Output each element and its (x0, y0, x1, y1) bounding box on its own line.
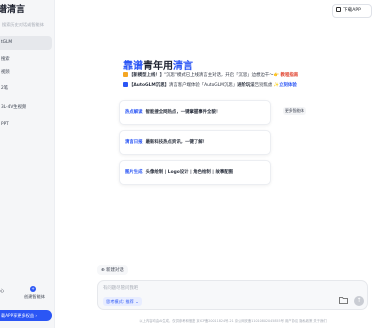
card-tag: 图片生成 (125, 170, 143, 175)
more-agents-button[interactable]: 更多智能体 (283, 107, 306, 115)
hero-title-part1: 靠谱 (123, 61, 143, 72)
card-tag: 清言日报 (125, 140, 143, 145)
notice-badge-icon (123, 82, 128, 87)
phone-icon (336, 7, 341, 12)
sidebar-item-ppt[interactable]: PPT (0, 118, 52, 132)
create-agent-button[interactable]: 创建智能体 (24, 294, 45, 300)
card-hot-topics[interactable]: 热点解读 智能搜全网热点，一键掌握事件全貌！ (119, 100, 271, 125)
try-now-link[interactable]: 立刻体验 (279, 83, 297, 88)
notice-text-bold: 进阶玩法 (237, 83, 255, 88)
notice-text: 清言客户端体验「AutoGLM沉思」 (168, 83, 238, 88)
notice-title: 【AutoGLM沉思】 (129, 83, 169, 88)
sidebar-item-video[interactable]: 视频 (0, 66, 52, 80)
hero-title: 靠谱青年用清言 (123, 57, 193, 72)
new-chat-button[interactable]: ⊕ 新建对话 (97, 265, 128, 275)
tutorial-link[interactable]: 👉 教程指南 (274, 73, 299, 78)
sidebar-download-app-button[interactable]: 载APP享更多权益 › (0, 310, 52, 321)
app-logo: 谱清言 (0, 5, 26, 15)
plus-icon: + (30, 286, 36, 292)
notice-badge-icon (123, 72, 128, 77)
send-button[interactable]: ↑ (354, 296, 364, 306)
hero-title-part3: 清言 (173, 61, 193, 72)
new-chat-label: 新建对话 (106, 268, 124, 273)
card-daily-news[interactable]: 清言日报 最新科技热点资讯，一键了解！ (119, 130, 271, 155)
sidebar-item-chatglm[interactable]: tGLM (0, 36, 52, 50)
download-app-label: 下载APP (343, 8, 361, 13)
notice-text: "沉思"模式已上线清言主对话，开启「沉思」边想边干～ (164, 73, 274, 78)
card-text: 头像绘制 | Logo设计 | 角色绘制 | 故事配图 (145, 170, 234, 175)
hero-title-part2: 青年用 (143, 61, 173, 72)
download-app-button[interactable]: 下载APP (332, 4, 372, 18)
chat-input[interactable] (103, 284, 303, 293)
sidebar-item-writing[interactable]: 2笔 (0, 82, 52, 96)
footer-disclaimer: 以上内容均由AI生成，仅供参考和借鉴 京ICP备20011824号-21 京公网… (139, 319, 327, 323)
card-text: 智能搜全网热点，一键掌握事件全貌！ (145, 110, 221, 115)
notice-title: 【新模型上线！】 (129, 73, 165, 78)
notice-autoglm: 【AutoGLM沉思】清言客户端体验「AutoGLM沉思」进阶玩法告别焦虑 ✨立… (123, 82, 297, 88)
card-image-gen[interactable]: 图片生成 头像绘制 | Logo设计 | 角色绘制 | 故事配图 (119, 160, 271, 185)
notice-text-tail: 告别焦虑 ✨ (254, 83, 280, 88)
notice-new-model: 【新模型上线！】"沉思"模式已上线清言主对话，开启「沉思」边想边干～👉 教程指南 (123, 72, 298, 78)
history-search-input[interactable]: 搜索历史对话或智能体 (0, 18, 50, 31)
folder-icon[interactable] (339, 296, 348, 304)
card-tag: 热点解读 (125, 110, 143, 115)
sidebar-item-video-gen[interactable]: 3L-4V生视频 (0, 101, 52, 115)
sidebar-item-search[interactable]: 搜索 (0, 53, 52, 67)
card-text: 最新科技热点资讯，一键了解！ (145, 140, 208, 145)
new-chat-icon: ⊕ (101, 268, 105, 273)
think-mode-dropdown[interactable]: 思考模式: 推荐 ⌄ (103, 297, 142, 306)
sidebar: 谱清言 搜索历史对话或智能体 tGLM 搜索 视频 2笔 3L-4V生视频 PP… (0, 0, 55, 328)
sidebar-bottom-left-item[interactable]: 心 (0, 288, 4, 294)
chat-composer: 思考模式: 推荐 ⌄ ↑ (97, 280, 368, 310)
